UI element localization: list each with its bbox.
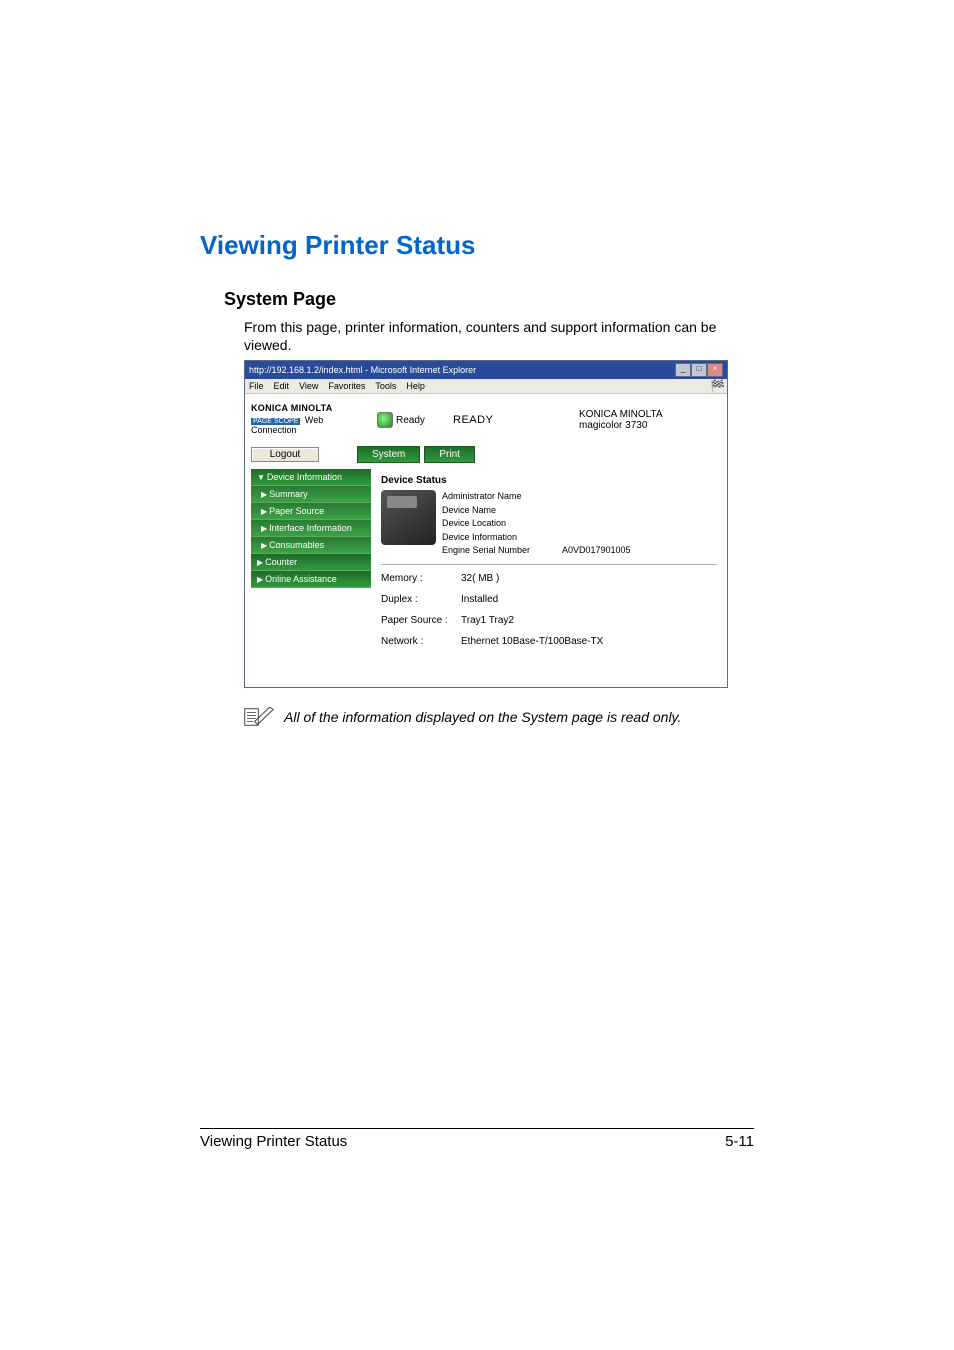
brand-name: KONICA MINOLTA xyxy=(251,404,371,414)
menu-help[interactable]: Help xyxy=(406,381,425,391)
device-location-key: Device Location xyxy=(442,517,552,531)
device-location-val xyxy=(562,517,717,531)
footer-right: 5-11 xyxy=(725,1133,754,1150)
footer-left: Viewing Printer Status xyxy=(200,1133,347,1150)
device-information-key: Device Information xyxy=(442,531,552,545)
network-val: Ethernet 10Base-T/100Base-TX xyxy=(461,636,717,647)
content-panel: Device Status Administrator Name Device … xyxy=(375,469,721,651)
engine-serial-val: A0VD017901005 xyxy=(562,544,717,558)
sidebar-item-consumables[interactable]: ▶Consumables xyxy=(251,537,371,554)
device-information-val xyxy=(562,531,717,545)
admin-name-val xyxy=(562,490,717,504)
device-model: magicolor 3730 xyxy=(579,420,663,431)
menu-view[interactable]: View xyxy=(299,381,318,391)
browser-titlebar: http://192.168.1.2/index.html - Microsof… xyxy=(245,361,727,379)
status-indicator: Ready xyxy=(377,412,447,428)
ready-text: READY xyxy=(453,414,573,426)
memory-val: 32( MB ) xyxy=(461,573,717,584)
logout-button[interactable]: Logout xyxy=(251,447,319,462)
printer-status-icon xyxy=(377,412,393,428)
section-subtitle: System Page xyxy=(224,289,754,310)
sidebar-item-interface-information[interactable]: ▶Interface Information xyxy=(251,520,371,537)
sidebar-item-device-information[interactable]: ▼Device Information xyxy=(251,469,371,486)
paper-source-val: Tray1 Tray2 xyxy=(461,615,717,626)
sidebar-item-summary[interactable]: ▶Summary xyxy=(251,486,371,503)
maximize-button[interactable]: □ xyxy=(691,363,707,377)
intro-text: From this page, printer information, cou… xyxy=(244,318,754,354)
sidebar-item-counter[interactable]: ▶Counter xyxy=(251,554,371,571)
status-label: Ready xyxy=(396,415,425,426)
device-name-key: Device Name xyxy=(442,504,552,518)
duplex-val: Installed xyxy=(461,594,717,605)
close-button[interactable]: × xyxy=(707,363,723,377)
sidebar-item-paper-source[interactable]: ▶Paper Source xyxy=(251,503,371,520)
device-name-val xyxy=(562,504,717,518)
window-title: http://192.168.1.2/index.html - Microsof… xyxy=(249,365,476,375)
panel-title: Device Status xyxy=(381,475,717,486)
sidebar-item-online-assistance[interactable]: ▶Online Assistance xyxy=(251,571,371,588)
note-text: All of the information displayed on the … xyxy=(284,709,681,725)
page-title: Viewing Printer Status xyxy=(200,230,754,261)
menu-favorites[interactable]: Favorites xyxy=(328,381,365,391)
ie-flag-icon: 🏁 xyxy=(710,379,725,393)
browser-menubar: File Edit View Favorites Tools Help 🏁 xyxy=(245,379,727,394)
menu-tools[interactable]: Tools xyxy=(375,381,396,391)
paper-source-key: Paper Source : xyxy=(381,615,461,626)
memory-key: Memory : xyxy=(381,573,461,584)
admin-name-key: Administrator Name xyxy=(442,490,552,504)
browser-content: KONICA MINOLTA PAGE SCOPE Web Connection… xyxy=(245,394,727,686)
engine-serial-key: Engine Serial Number xyxy=(442,544,552,558)
sidebar: ▼Device Information ▶Summary ▶Paper Sour… xyxy=(251,469,371,651)
tab-system[interactable]: System xyxy=(357,446,420,463)
duplex-key: Duplex : xyxy=(381,594,461,605)
minimize-button[interactable]: _ xyxy=(675,363,691,377)
network-key: Network : xyxy=(381,636,461,647)
device-name-block: KONICA MINOLTA magicolor 3730 xyxy=(579,409,663,431)
browser-window: http://192.168.1.2/index.html - Microsof… xyxy=(244,360,728,687)
menu-edit[interactable]: Edit xyxy=(274,381,290,391)
printer-image xyxy=(381,490,436,545)
note-icon xyxy=(244,706,274,728)
footer-divider xyxy=(200,1128,754,1129)
tab-print[interactable]: Print xyxy=(424,446,475,463)
menu-file[interactable]: File xyxy=(249,381,264,391)
brand-block: KONICA MINOLTA PAGE SCOPE Web Connection xyxy=(251,404,371,436)
device-brand: KONICA MINOLTA xyxy=(579,409,663,420)
